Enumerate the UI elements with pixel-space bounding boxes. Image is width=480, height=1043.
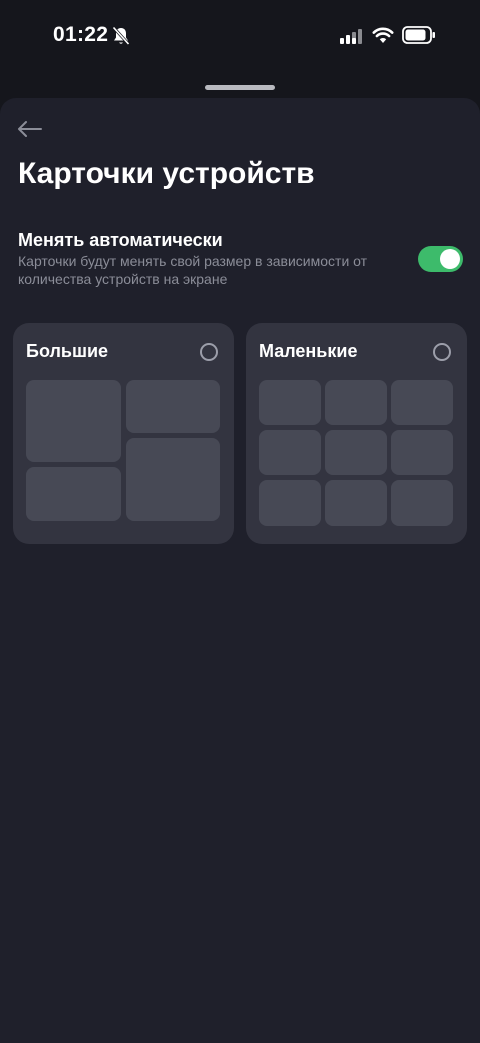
auto-resize-description: Карточки будут менять свой размер в зави…: [18, 253, 368, 287]
toggle-knob: [440, 249, 460, 269]
cellular-signal-icon: [340, 28, 364, 49]
preview-tile: [325, 380, 387, 425]
arrow-left-icon: [18, 121, 42, 137]
preview-tile: [325, 480, 387, 526]
preview-tile: [391, 430, 453, 475]
preview-tile: [259, 430, 321, 475]
bell-muted-icon: [112, 26, 130, 51]
wifi-icon: [372, 26, 394, 49]
status-time: 01:22: [53, 23, 109, 46]
preview-tile: [391, 380, 453, 425]
small-cards-label: Маленькие: [259, 341, 358, 361]
large-cards-radio[interactable]: [200, 343, 218, 361]
preview-tile: [259, 380, 321, 425]
preview-tile: [126, 380, 220, 433]
large-cards-option[interactable]: Большие: [13, 323, 234, 544]
sheet-grabber-handle[interactable]: [205, 85, 275, 90]
auto-resize-label: Менять автоматически: [18, 230, 223, 250]
small-cards-radio[interactable]: [433, 343, 451, 361]
page-title: Карточки устройств: [18, 157, 315, 190]
auto-resize-toggle[interactable]: [418, 246, 463, 272]
preview-tile: [391, 480, 453, 526]
battery-icon: [402, 26, 436, 49]
preview-tile: [325, 430, 387, 475]
small-cards-option[interactable]: Маленькие: [246, 323, 467, 544]
preview-tile: [26, 380, 121, 462]
status-bar: 01:22: [0, 0, 480, 70]
back-button[interactable]: [16, 116, 44, 142]
preview-tile: [26, 467, 121, 521]
preview-tile: [259, 480, 321, 526]
large-cards-label: Большие: [26, 341, 109, 361]
preview-tile: [126, 438, 220, 521]
